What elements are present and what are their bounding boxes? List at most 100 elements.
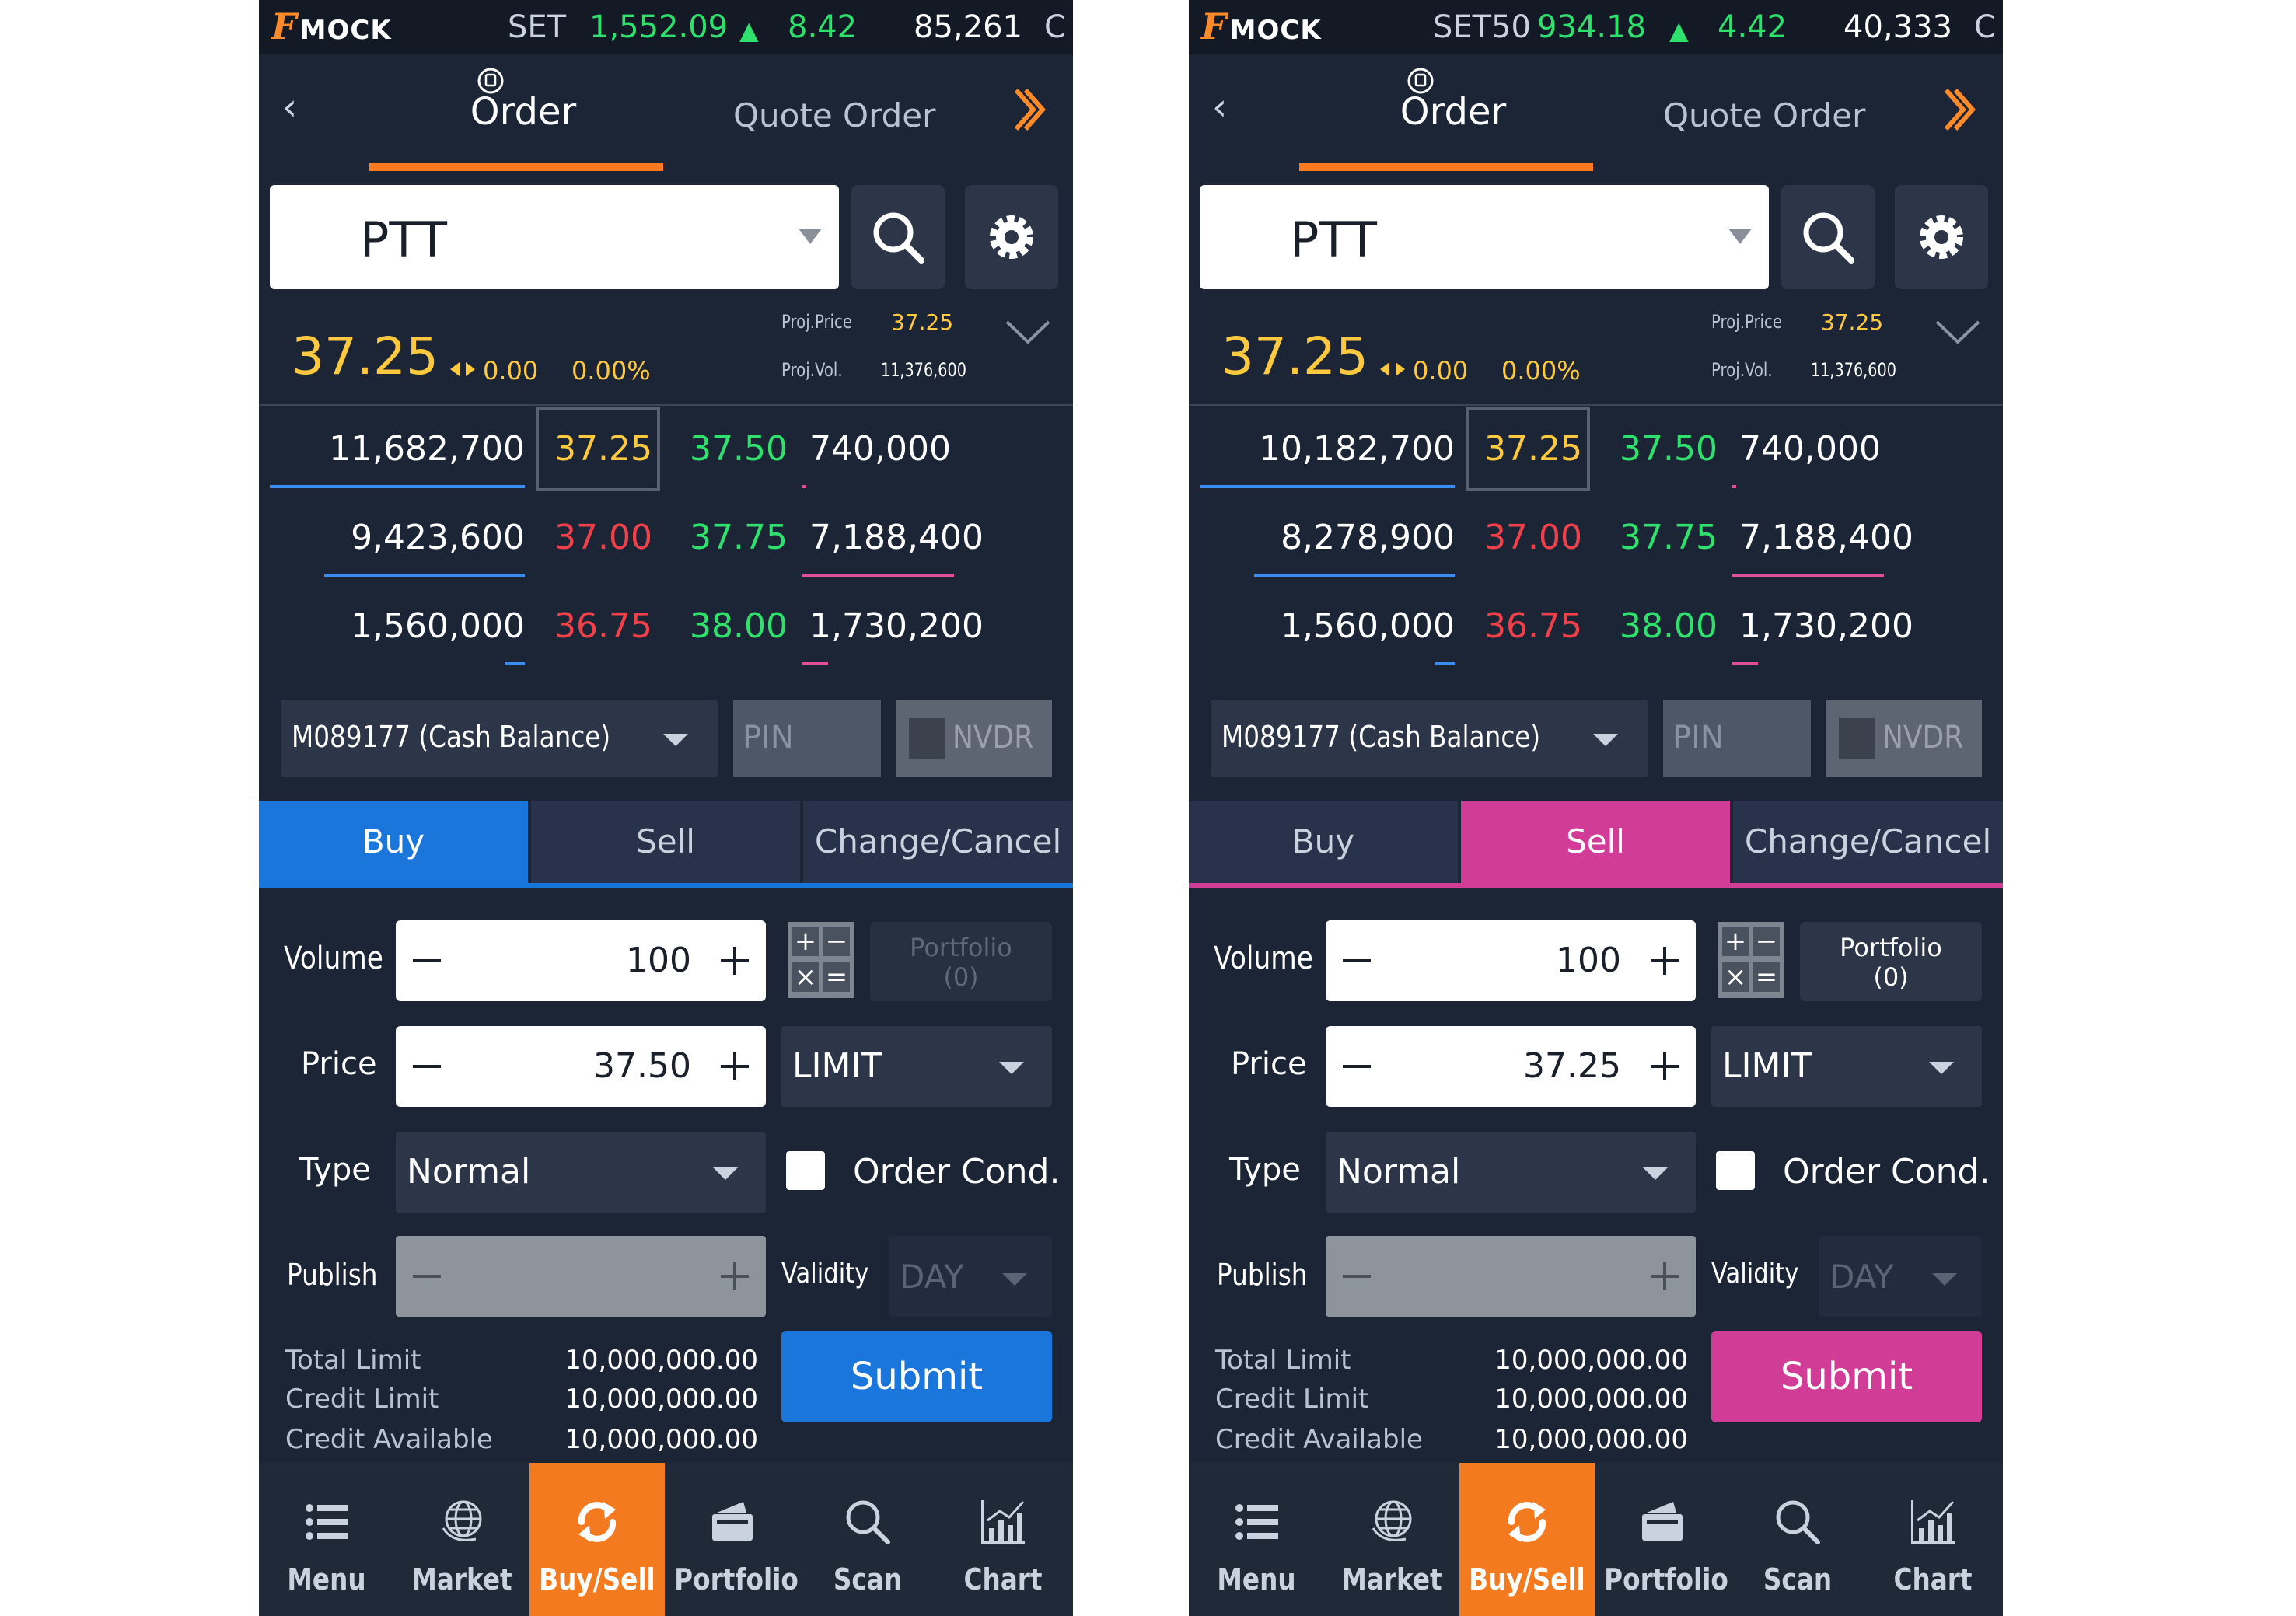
settings-button[interactable] [1895,185,1988,289]
nav-scan[interactable]: Scan [800,1463,935,1616]
nav-portfolio[interactable]: Portfolio [665,1463,800,1616]
proj-price-label: Proj.Price [781,311,852,333]
nav-chart[interactable]: Chart [935,1463,1071,1616]
nav-market[interactable]: Market [394,1463,529,1616]
order-type-select[interactable]: Normal [396,1132,766,1213]
nav-scan[interactable]: Scan [1730,1463,1865,1616]
bid-price[interactable]: 37.00 [554,518,652,557]
nav-buy-sell[interactable]: Buy/Sell [1459,1463,1595,1616]
price-stepper[interactable]: 37.50 [396,1026,766,1107]
nvdr-toggle[interactable]: NVDR [896,700,1052,777]
caret-down-icon [1593,734,1618,746]
tab-quote-order[interactable]: Quote Order [1663,96,1865,134]
last-price: 37.25 [1221,326,1368,386]
portfolio-button[interactable]: Portfolio (0) [1800,922,1982,1001]
plus-icon[interactable] [1663,1052,1666,1080]
minus-icon[interactable] [1343,959,1371,962]
tab-sell[interactable]: Sell [531,801,800,883]
ticker-volume: 85,261 [914,9,1022,45]
nav-chart[interactable]: Chart [1865,1463,2001,1616]
chevron-down-icon[interactable] [1004,317,1052,348]
ask-price[interactable]: 38.00 [1620,606,1718,646]
search-button[interactable] [1781,185,1875,289]
ticker-index-name: SET50 [1433,9,1531,45]
caret-down-icon [1932,1273,1957,1286]
submit-button[interactable]: Submit [781,1331,1052,1422]
ask-price[interactable]: 38.00 [690,606,788,646]
nav-market[interactable]: Market [1324,1463,1459,1616]
nvdr-toggle[interactable]: NVDR [1826,700,1982,777]
ask-price[interactable]: 37.50 [690,429,788,469]
nav-label: Portfolio [1604,1562,1728,1597]
ask-price[interactable]: 37.75 [690,518,788,557]
nav-portfolio[interactable]: Portfolio [1595,1463,1730,1616]
tab-order[interactable]: Order [1375,90,1531,134]
minus-icon[interactable] [413,959,441,962]
price-type-select[interactable]: LIMIT [1711,1026,1982,1107]
search-button[interactable] [851,185,945,289]
minus-icon[interactable] [413,1065,441,1068]
plus-icon[interactable] [1663,947,1666,975]
credit-limit-label: Credit Limit [285,1384,439,1415]
order-cond-checkbox[interactable] [1716,1151,1755,1190]
nav-menu[interactable]: Menu [259,1463,394,1616]
tab-quote-order[interactable]: Quote Order [733,96,935,134]
tab-change-cancel[interactable]: Change/Cancel [803,801,1073,883]
bid-price[interactable]: 37.00 [1484,518,1582,557]
settings-button[interactable] [965,185,1058,289]
bid-price[interactable]: 37.25 [554,429,652,469]
volume-stepper[interactable]: 100 [1326,920,1696,1001]
nav-buy-sell[interactable]: Buy/Sell [529,1463,665,1616]
price-type-select[interactable]: LIMIT [781,1026,1052,1107]
account-selector[interactable]: M089177 (Cash Balance) [281,700,718,777]
caret-down-icon [663,734,688,746]
calculator-button[interactable]: + − × = [1718,922,1784,998]
nav-label: Buy/Sell [539,1562,655,1597]
symbol-value: PTT [360,211,448,268]
submit-button[interactable]: Submit [1711,1331,1982,1422]
ask-price[interactable]: 37.75 [1620,518,1718,557]
plus-icon[interactable] [733,947,736,975]
tab-sell[interactable]: Sell [1461,801,1730,883]
calculator-button[interactable]: + − × = [788,922,854,998]
nav-label: Scan [833,1562,903,1597]
order-type-select[interactable]: Normal [1326,1132,1696,1213]
account-selector[interactable]: M089177 (Cash Balance) [1211,700,1648,777]
tab-buy[interactable]: Buy [1189,801,1458,883]
ask-price[interactable]: 37.50 [1620,429,1718,469]
ticker-change: 8.42 [788,9,858,45]
back-icon[interactable]: ‹ [1212,86,1227,129]
order-cond-checkbox[interactable] [786,1151,825,1190]
nav-menu[interactable]: Menu [1189,1463,1324,1616]
symbol-selector[interactable]: PTT [270,185,839,289]
minus-icon[interactable] [1343,1065,1371,1068]
chart-icon [1911,1500,1955,1544]
ask-volume-bar [1732,662,1758,665]
chevron-down-icon[interactable] [1934,317,1982,348]
bid-price[interactable]: 37.25 [1484,429,1582,469]
portfolio-button[interactable]: Portfolio (0) [870,922,1052,1001]
plus-icon[interactable] [733,1052,736,1080]
validity-value: DAY [900,1258,964,1296]
side-tab-line [1189,883,2003,888]
volume-stepper[interactable]: 100 [396,920,766,1001]
ask-volume-bar [1732,574,1884,577]
swap-icon [1508,1502,1546,1542]
nvdr-checkbox[interactable] [1839,718,1875,759]
bid-price[interactable]: 36.75 [1484,606,1582,646]
double-chevron-right-icon[interactable] [1941,86,1976,134]
price-stepper[interactable]: 37.25 [1326,1026,1696,1107]
price-label: Price [301,1046,377,1082]
back-icon[interactable]: ‹ [282,86,297,129]
symbol-selector[interactable]: PTT [1200,185,1769,289]
pin-input[interactable]: PIN [733,700,881,777]
double-chevron-right-icon[interactable] [1012,86,1046,134]
pin-input[interactable]: PIN [1663,700,1811,777]
nvdr-checkbox[interactable] [909,718,945,759]
credit-available-value: 10,000,000.00 [1494,1424,1688,1455]
tab-order[interactable]: Order [446,90,601,134]
portfolio-label: Portfolio [910,933,1012,962]
tab-change-cancel[interactable]: Change/Cancel [1733,801,2003,883]
bid-price[interactable]: 36.75 [554,606,652,646]
tab-buy[interactable]: Buy [259,801,528,883]
